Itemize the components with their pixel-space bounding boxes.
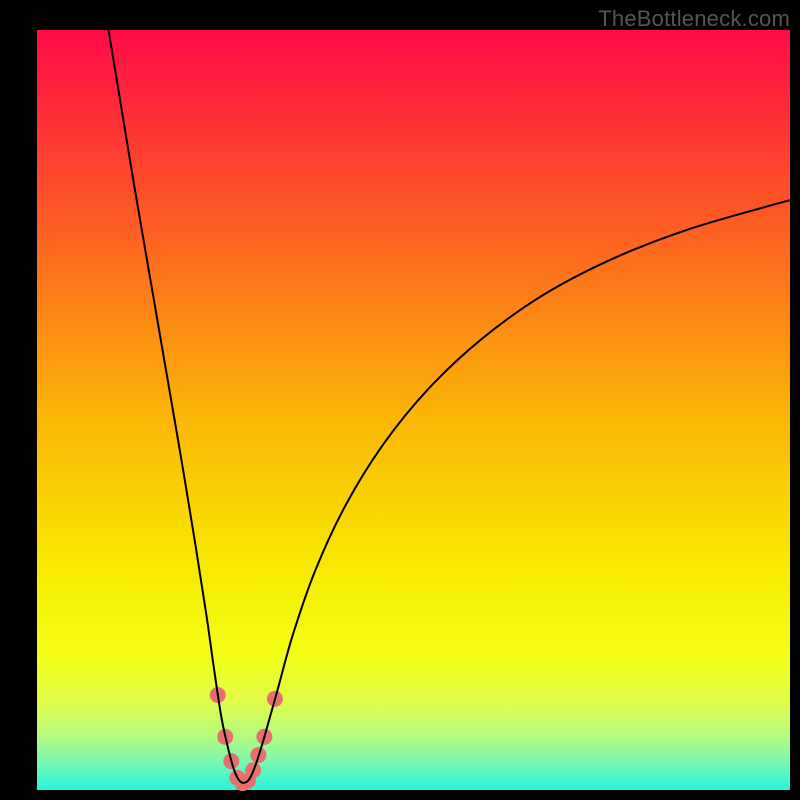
watermark-text: TheBottleneck.com [598,6,790,32]
bottleneck-chart [0,0,800,800]
chart-container: TheBottleneck.com [0,0,800,800]
plot-background [37,30,790,790]
